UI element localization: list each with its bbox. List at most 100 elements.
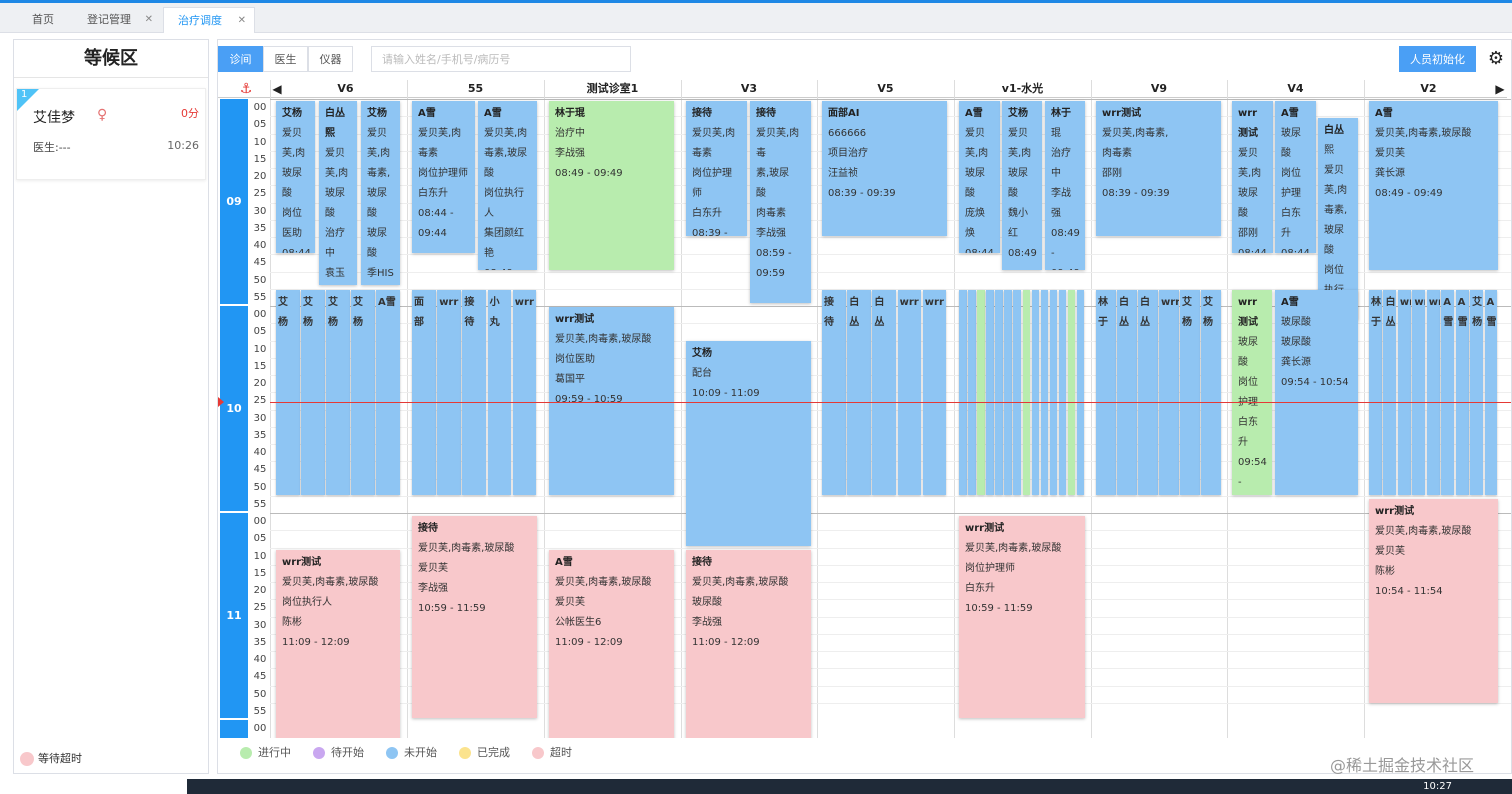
minute-label: 10 <box>253 136 267 148</box>
appointment-strip[interactable]: A雪 <box>1441 290 1455 495</box>
close-icon[interactable]: ✕ <box>238 8 246 34</box>
anchor-icon[interactable]: ⚓ <box>218 80 274 98</box>
appointment-strip[interactable]: wrr <box>1159 290 1179 495</box>
appointment-card[interactable]: 接待 爱贝芙,肉毒素,玻尿酸 爱贝芙 李战强 10:59 - 11:59 <box>412 516 537 718</box>
view-tab-room[interactable]: 诊间 <box>218 46 263 72</box>
appointment-card[interactable]: 林于琨治疗中李战强 08:49 - 09:49 <box>1045 101 1085 270</box>
appointment-card[interactable]: 艾杨爱贝芙,肉玻尿酸魏小红 08:49 - <box>1002 101 1042 270</box>
appointment-strip[interactable]: 接待 <box>462 290 487 495</box>
waiting-patient-card[interactable]: 1 艾佳梦 ♀ 0分 医生:--- 10:26 <box>16 88 206 180</box>
appointment-title: 白丛 <box>1324 125 1344 136</box>
appointment-card[interactable]: wrr测试 爱贝芙,肉毒素,玻尿酸 岗位护理师 白东升 10:59 - 11:59 <box>959 516 1085 718</box>
appointment-strip[interactable] <box>968 290 976 495</box>
appointment-title: 艾杨 <box>1008 108 1028 119</box>
appointment-detail: 公帐医生6 <box>555 617 602 628</box>
appointment-strip[interactable]: 艾杨 <box>1470 290 1484 495</box>
search-input[interactable] <box>371 46 631 72</box>
appointment-strip[interactable] <box>1031 290 1040 495</box>
appointment-card[interactable]: A雪爱贝芙,肉毒素,玻尿酸岗位执行人集团颜红艳 08:49 - <box>478 101 537 270</box>
appointment-strip[interactable] <box>1040 290 1049 495</box>
appointment-strip[interactable]: 艾杨 <box>326 290 350 495</box>
appointment-strip[interactable] <box>1067 290 1076 495</box>
init-staff-button[interactable]: 人员初始化 <box>1399 46 1476 72</box>
appointment-card[interactable]: 艾杨爱贝芙,肉毒素,玻尿酸玻尿酸季HIS08:54 <box>361 101 400 285</box>
appointment-detail: 岗位护理师 <box>965 563 1015 574</box>
appointment-strip[interactable]: 艾杨 <box>1180 290 1200 495</box>
tab-registration[interactable]: 登记管理 ✕ <box>73 7 161 33</box>
appointment-strip[interactable]: 小丸 <box>487 290 512 495</box>
appointment-strip[interactable]: A雪 <box>1455 290 1469 495</box>
appointment-card[interactable]: wrr测试玻尿酸岗位护理白东升 09:54 - <box>1232 290 1272 495</box>
appointment-detail: 汪益祯 <box>828 168 858 179</box>
appointment-card[interactable]: 接待 爱贝芙,肉毒素,玻尿酸 玻尿酸 李战强 11:09 - 12:09 <box>686 550 811 738</box>
appointment-strip[interactable] <box>1058 290 1067 495</box>
appointment-strip[interactable]: 艾杨 <box>351 290 375 495</box>
appointment-detail: 琨 <box>1051 128 1061 139</box>
appointment-card[interactable]: A雪玻尿酸岗位护理白东升 08:44 - <box>1275 101 1316 253</box>
appointment-strip[interactable] <box>977 290 985 495</box>
room-column-header: V4 <box>1227 80 1364 98</box>
appointment-strip[interactable]: 白丛 <box>872 290 897 495</box>
appointment-strip[interactable] <box>1049 290 1058 495</box>
appointment-strip[interactable]: 艾杨 <box>276 290 300 495</box>
view-tab-device[interactable]: 仪器 <box>308 46 353 72</box>
appointment-strip[interactable] <box>959 290 967 495</box>
tab-home[interactable]: 首页 <box>18 7 73 33</box>
appointment-detail: 08:59 - <box>756 248 792 259</box>
appointment-card[interactable]: A雪爱贝芙,肉玻尿酸庞焕焕 08:44 - <box>959 101 1000 253</box>
strip-label: 接待 <box>824 297 834 328</box>
appointment-card[interactable]: 白丛熙爱贝芙,肉玻尿酸治疗中袁玉坤08:54 - <box>319 101 357 285</box>
appointment-strip[interactable]: 接待 <box>822 290 846 495</box>
appointment-card[interactable]: wrr测试 爱贝芙,肉毒素,玻尿酸 岗位执行人 陈彬 11:09 - 12:09 <box>276 550 400 738</box>
appointment-card[interactable]: 林于琨 治疗中 李战强 08:49 - 09:49 <box>549 101 674 270</box>
appointment-detail: 白东升 <box>692 208 722 219</box>
appointment-strip[interactable]: 艾杨 <box>301 290 325 495</box>
appointment-card[interactable]: 面部AI 666666 项目治疗 汪益祯 08:39 - 09:39 <box>822 101 947 236</box>
appointment-card[interactable]: 接待 爱贝芙,肉毒 素,玻尿酸肉毒素 李战强 08:59 - 09:59 <box>750 101 811 303</box>
view-tab-doctor[interactable]: 医生 <box>263 46 308 72</box>
appointment-strip[interactable] <box>1076 290 1085 495</box>
appointment-strip[interactable]: 面部 <box>412 290 436 495</box>
appointment-strip[interactable]: 林于 <box>1096 290 1116 495</box>
appointment-strip[interactable]: 白丛 <box>847 290 871 495</box>
appointment-card[interactable]: wrr测试 爱贝芙,肉毒素,玻尿酸 爱贝芙 陈彬 10:54 - 11:54 <box>1369 499 1498 703</box>
appointment-strip[interactable] <box>1013 290 1021 495</box>
appointment-card[interactable]: wrr测试 爱贝芙,肉毒素,玻尿酸 岗位医助 葛国平 09:59 - 10:59 <box>549 307 674 495</box>
appointment-strip[interactable]: wrr <box>1397 290 1411 495</box>
appointment-strip[interactable]: wrr <box>1412 290 1426 495</box>
appointment-strip[interactable]: wrr <box>897 290 922 495</box>
appointment-card[interactable]: wrr测试 爱贝芙,肉毒素, 肉毒素 邵刚 08:39 - 09:39 <box>1096 101 1221 236</box>
appointment-strip[interactable] <box>986 290 994 495</box>
appointment-strip[interactable]: 艾杨 <box>1201 290 1221 495</box>
close-icon[interactable]: ✕ <box>145 7 153 33</box>
appointment-strip[interactable]: 林于 <box>1369 290 1382 495</box>
appointment-strip[interactable]: wrr <box>437 290 461 495</box>
appointment-strip[interactable]: A雪 <box>376 290 400 495</box>
prev-arrow-icon[interactable]: ◀ <box>270 80 284 98</box>
appointment-strip[interactable]: A雪 <box>1484 290 1498 495</box>
appointment-card[interactable]: 艾杨 配台 10:09 - 11:09 <box>686 341 811 546</box>
gear-icon[interactable]: ⚙ <box>1484 46 1508 72</box>
appointment-strip[interactable]: 白丛 <box>1117 290 1137 495</box>
appointment-strip[interactable]: wrr <box>512 290 537 495</box>
appointment-strip[interactable]: 白丛 <box>1383 290 1397 495</box>
appointment-card[interactable]: 接待爱贝芙,肉毒素岗位护理师白东升 08:39 - 09:39 <box>686 101 747 236</box>
appointment-strip[interactable] <box>995 290 1003 495</box>
appointment-strip[interactable]: wrr <box>1426 290 1440 495</box>
appointment-card[interactable]: A雪 玻尿酸 玻尿酸 龚长源 09:54 - 10:54 <box>1275 290 1358 495</box>
appointment-strip[interactable]: 白丛 <box>1138 290 1158 495</box>
appointment-strip[interactable] <box>1004 290 1012 495</box>
tab-treatment-scheduling[interactable]: 治疗调度 ✕ <box>163 7 255 33</box>
tab-bar: 首页 登记管理 ✕ 治疗调度 ✕ <box>0 3 1512 33</box>
appointment-card[interactable]: A雪 爱贝芙,肉毒素,玻尿酸 爱贝芙 公帐医生6 11:09 - 12:09 <box>549 550 674 738</box>
appointment-detail: 李战 <box>1051 188 1071 199</box>
appointment-detail: 666666 <box>828 128 867 139</box>
appointment-card[interactable]: A雪 爱贝芙,肉毒素 岗位护理师 白东升 08:44 - 09:44 <box>412 101 475 253</box>
next-arrow-icon[interactable]: ▶ <box>1493 80 1507 98</box>
appointment-card[interactable]: 艾杨爱贝芙,肉玻尿酸岗位医助 08:44 - <box>276 101 315 253</box>
appointment-card[interactable]: A雪 爱贝芙,肉毒素,玻尿酸 爱贝芙 龚长源 08:49 - 09:49 <box>1369 101 1498 270</box>
appointment-card[interactable]: wrr测试爱贝芙,肉玻尿酸邵刚 08:44 - <box>1232 101 1273 253</box>
appointment-strip[interactable]: wrr <box>922 290 947 495</box>
waiting-area-panel: 等候区 1 艾佳梦 ♀ 0分 医生:--- 10:26 <box>13 39 209 774</box>
appointment-strip[interactable] <box>1022 290 1031 495</box>
